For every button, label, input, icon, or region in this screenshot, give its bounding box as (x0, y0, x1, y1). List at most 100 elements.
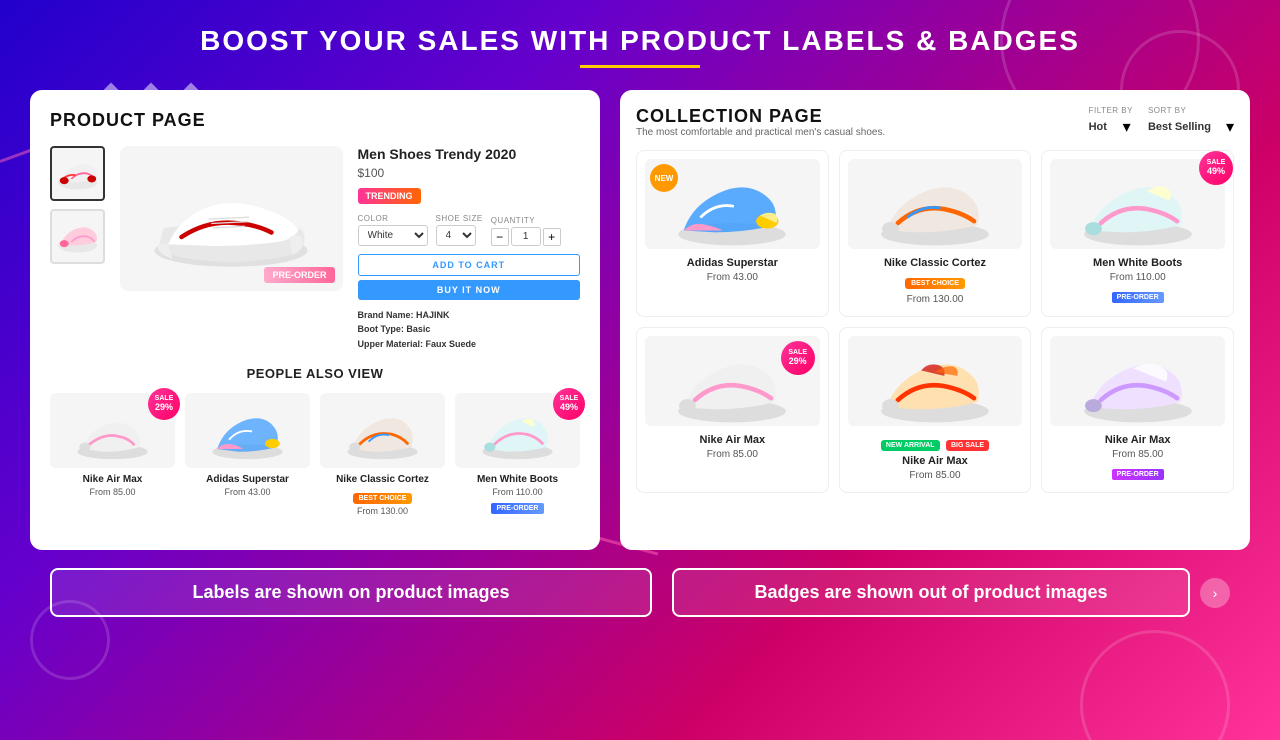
filter-select[interactable]: Hot (1089, 121, 1120, 133)
pre-order-badge-3: PRE-ORDER (1112, 292, 1164, 303)
product-page-title: PRODUCT PAGE (50, 110, 580, 131)
sale-badge-4: SALE 49% (553, 388, 585, 420)
size-select[interactable]: 4 (436, 225, 476, 246)
coll-card-image-3: SALE 49% (1050, 159, 1225, 249)
coll-card-name-3: Men White Boots (1050, 257, 1225, 269)
best-choice-badge: BEST CHOICE (353, 493, 413, 504)
size-label: SHOE SIZE (436, 214, 483, 223)
filter-select-wrapper: Hot ▾ (1089, 117, 1133, 137)
coll-card-price-6: From 85.00 (1050, 449, 1225, 460)
sale-badge-1: SALE 29% (148, 388, 180, 420)
also-card-image-3 (320, 393, 445, 468)
collection-controls: FILTER BY Hot ▾ SORT BY Best Selling (1089, 106, 1234, 137)
trending-badge: TRENDING (358, 188, 421, 204)
also-card-3: Nike Classic Cortez BEST CHOICE From 130… (320, 393, 445, 516)
color-group: COLOR White (358, 214, 428, 246)
coll-card-image-1: NEW (645, 159, 820, 249)
coll-card-price-3: From 110.00 (1050, 272, 1225, 283)
brand-value: HAJINK (416, 310, 450, 320)
coll-card-name-6: Nike Air Max (1050, 434, 1225, 446)
product-meta: Brand Name: HAJINK Boot Type: Basic Uppe… (358, 308, 581, 351)
also-card-price-4: From 110.00 (455, 487, 580, 497)
coll-card-price-1: From 43.00 (645, 272, 820, 283)
product-page-panel: PRODUCT PAGE (30, 90, 600, 550)
sort-select-wrapper: Best Selling ▾ (1148, 117, 1234, 137)
boot-type-value: Basic (406, 324, 430, 334)
coll-card-5: NEW ARRIVAL BIG SALE Nike Air Max From 8… (839, 327, 1032, 493)
coll-card-image-5 (848, 336, 1023, 426)
new-badge-1: NEW (650, 164, 678, 192)
also-card-image-4: SALE 49% (455, 393, 580, 468)
product-options-row: COLOR White SHOE SIZE 4 QUAN (358, 214, 581, 246)
coll-card-3: SALE 49% Men White Boots From 110.00 (1041, 150, 1234, 317)
color-select[interactable]: White (358, 225, 428, 246)
collection-grid: NEW Adidas Superstar From 43.00 (636, 150, 1234, 493)
also-card-name-1: Nike Air Max (50, 474, 175, 485)
thumbnail-1[interactable] (50, 146, 105, 201)
best-choice-badge-2: BEST CHOICE (905, 278, 965, 289)
sort-chevron-icon: ▾ (1226, 117, 1234, 137)
title-underline (580, 65, 700, 68)
big-sale-badge-5: BIG SALE (946, 440, 989, 451)
quantity-input[interactable] (511, 227, 541, 246)
also-card-name-2: Adidas Superstar (185, 474, 310, 485)
sort-group: SORT BY Best Selling ▾ (1148, 106, 1234, 137)
bottom-labels: Labels are shown on product images Badge… (30, 568, 1250, 617)
also-card-image-2 (185, 393, 310, 468)
coll-card-price-2: From 130.00 (848, 294, 1023, 305)
collection-header: COLLECTION PAGE The most comfortable and… (636, 106, 1234, 138)
coll-card-image-6 (1050, 336, 1225, 426)
qty-minus-button[interactable]: − (491, 228, 509, 246)
filter-label: FILTER BY (1089, 106, 1133, 115)
coll-card-name-5: Nike Air Max (848, 455, 1023, 467)
also-card-price-3: From 130.00 (320, 506, 445, 516)
product-details: Men Shoes Trendy 2020 $100 TRENDING COLO… (358, 146, 581, 351)
also-card-2: Adidas Superstar From 43.00 (185, 393, 310, 516)
qty-plus-button[interactable]: + (543, 228, 561, 246)
sale-circle-badge-4: SALE 29% (781, 341, 815, 375)
pre-order-badge-6: PRE-ORDER (1112, 469, 1164, 480)
coll-badge-area-5: NEW ARRIVAL BIG SALE (848, 434, 1023, 452)
sort-label: SORT BY (1148, 106, 1234, 115)
upper-material-label: Upper Material: (358, 339, 424, 349)
also-card-price-2: From 43.00 (185, 487, 310, 497)
quantity-label: QUANTITY (491, 216, 561, 225)
product-name: Men Shoes Trendy 2020 (358, 146, 581, 162)
size-group: SHOE SIZE 4 (436, 214, 483, 246)
also-card-4: SALE 49% Men White Boots From 110.00 (455, 393, 580, 516)
arrow-right-icon: › (1200, 578, 1230, 608)
product-pre-order-badge: PRE-ORDER (264, 267, 334, 283)
coll-card-6: Nike Air Max From 85.00 PRE-ORDER (1041, 327, 1234, 493)
brand-label: Brand Name: (358, 310, 414, 320)
coll-card-1: NEW Adidas Superstar From 43.00 (636, 150, 829, 317)
also-card-name-4: Men White Boots (455, 474, 580, 485)
coll-card-image-2 (848, 159, 1023, 249)
color-label: COLOR (358, 214, 428, 223)
collection-subtitle: The most comfortable and practical men's… (636, 127, 885, 138)
product-price: $100 (358, 166, 581, 180)
coll-card-4: SALE 29% Nike Air Max From 85.00 (636, 327, 829, 493)
coll-card-price-5: From 85.00 (848, 470, 1023, 481)
product-section: PRE-ORDER Men Shoes Trendy 2020 $100 TRE… (50, 146, 580, 351)
add-to-cart-button[interactable]: ADD TO CART (358, 254, 581, 276)
sort-select[interactable]: Best Selling (1148, 121, 1223, 133)
also-view-title: PEOPLE ALSO VIEW (50, 366, 580, 381)
coll-badge-area-6: PRE-ORDER (1050, 463, 1225, 481)
main-product-image: PRE-ORDER (120, 146, 343, 291)
labels-description: Labels are shown on product images (50, 568, 652, 617)
badges-description: Badges are shown out of product images (672, 568, 1190, 617)
coll-card-image-4: SALE 29% (645, 336, 820, 426)
also-view-grid: SALE 29% Nike Air Max From 85.00 (50, 393, 580, 516)
panels-container: PRODUCT PAGE (30, 90, 1250, 550)
quantity-group: QUANTITY − + (491, 216, 561, 246)
collection-title: COLLECTION PAGE (636, 106, 885, 127)
thumbnail-2[interactable] (50, 209, 105, 264)
filter-chevron-icon: ▾ (1123, 117, 1131, 137)
also-card-price-1: From 85.00 (50, 487, 175, 497)
also-card-image-1: SALE 29% (50, 393, 175, 468)
coll-card-name-1: Adidas Superstar (645, 257, 820, 269)
buy-it-now-button[interactable]: BUY IT NOW (358, 280, 581, 300)
sale-circle-badge-3: SALE 49% (1199, 151, 1233, 185)
quantity-controls: − + (491, 227, 561, 246)
collection-page-panel: COLLECTION PAGE The most comfortable and… (620, 90, 1250, 550)
